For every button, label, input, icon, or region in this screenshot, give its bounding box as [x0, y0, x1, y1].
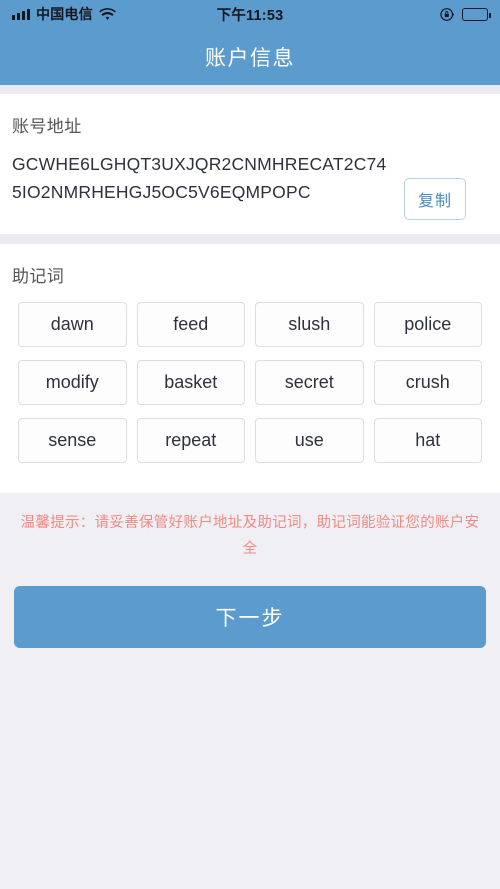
account-address-row: GCWHE6LGHQT3UXJQR2CNMHRECAT2C745IO2NMRHE… [0, 137, 500, 220]
account-address-value: GCWHE6LGHQT3UXJQR2CNMHRECAT2C745IO2NMRHE… [12, 154, 387, 202]
mnemonic-word-chip: hat [373, 418, 482, 463]
security-notice: 温馨提示：请妥善保管好账户地址及助记词，助记词能验证您的账户安全 [20, 515, 480, 557]
mnemonic-word-chip: crush [373, 360, 482, 405]
mnemonic-word-chip: repeat [136, 418, 245, 463]
mnemonic-word-grid: dawn feed slush police modify basket sec… [0, 287, 500, 463]
mnemonic-card: 助记词 dawn feed slush police modify basket… [0, 244, 500, 493]
status-bar-clock: 下午11:53 [216, 7, 284, 24]
account-address-card: 账号地址 GCWHE6LGHQT3UXJQR2CNMHRECAT2C745IO2… [0, 94, 500, 234]
next-step-button[interactable]: 下一步 [14, 586, 486, 648]
mnemonic-word-chip: basket [136, 360, 245, 405]
top-spacer [0, 85, 500, 94]
footer-actions: 下一步 [0, 562, 500, 648]
mnemonic-word-chip: police [373, 302, 482, 347]
status-bar: 中国电信 下午11:53 [0, 0, 500, 28]
page-title: 账户信息 [205, 46, 295, 70]
mnemonic-word-chip: slush [255, 302, 364, 347]
account-address-label: 账号地址 [12, 117, 82, 136]
copy-address-button[interactable]: 复制 [404, 178, 467, 220]
section-divider [0, 234, 500, 244]
nav-bar: 账户信息 [0, 28, 500, 85]
mnemonic-word-chip: feed [136, 302, 245, 347]
mnemonic-word-chip: dawn [18, 302, 127, 347]
battery-icon [462, 7, 491, 21]
mnemonic-word-chip: secret [255, 360, 364, 405]
mnemonic-word-chip: modify [18, 360, 127, 405]
mnemonic-word-chip: sense [18, 418, 127, 463]
mnemonic-label: 助记词 [12, 267, 65, 286]
mnemonic-word-chip: use [255, 418, 364, 463]
